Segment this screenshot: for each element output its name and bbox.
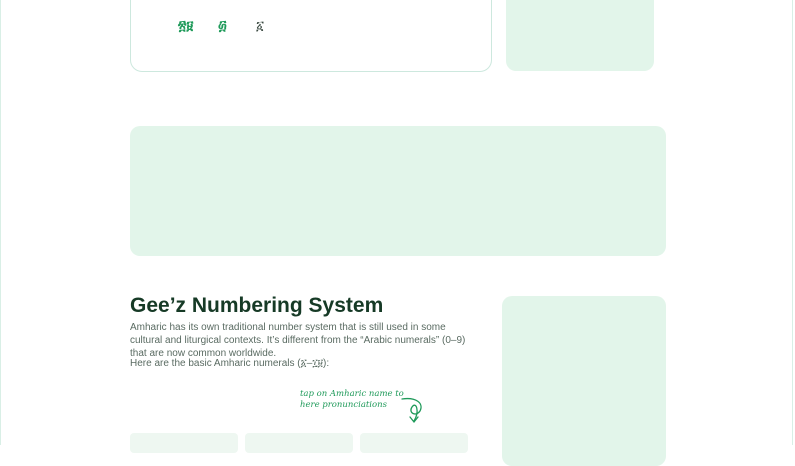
numeral-tile[interactable]: [360, 433, 468, 453]
numeral-item[interactable]: ፴: [218, 19, 256, 34]
side-image-panel-lower: [502, 296, 666, 466]
section-description: Amharic has its own traditional number s…: [130, 322, 466, 359]
banner-placeholder: [130, 126, 666, 256]
page-right-border: [792, 0, 793, 445]
section-title: Gee’z Numbering System: [130, 294, 384, 317]
numeral-item[interactable]: ፳፱: [178, 19, 218, 34]
numeral-tile[interactable]: [130, 433, 238, 453]
numeral-item[interactable]: ፩: [256, 19, 286, 34]
numerals-intro-text: Here are the basic Amharic numerals (፩–፲…: [130, 358, 330, 369]
pronunciation-hint: tap on Amharic name to here pronunciatio…: [300, 389, 404, 410]
curly-arrow-icon: [401, 397, 422, 424]
numeral-example-card: ፳፱ ፴ ፩: [130, 0, 492, 72]
numeral-tile[interactable]: [245, 433, 353, 453]
numeral-row: ፳፱ ፴ ፩: [178, 19, 286, 34]
page-left-border: [0, 0, 1, 445]
side-image-panel: [506, 0, 654, 71]
